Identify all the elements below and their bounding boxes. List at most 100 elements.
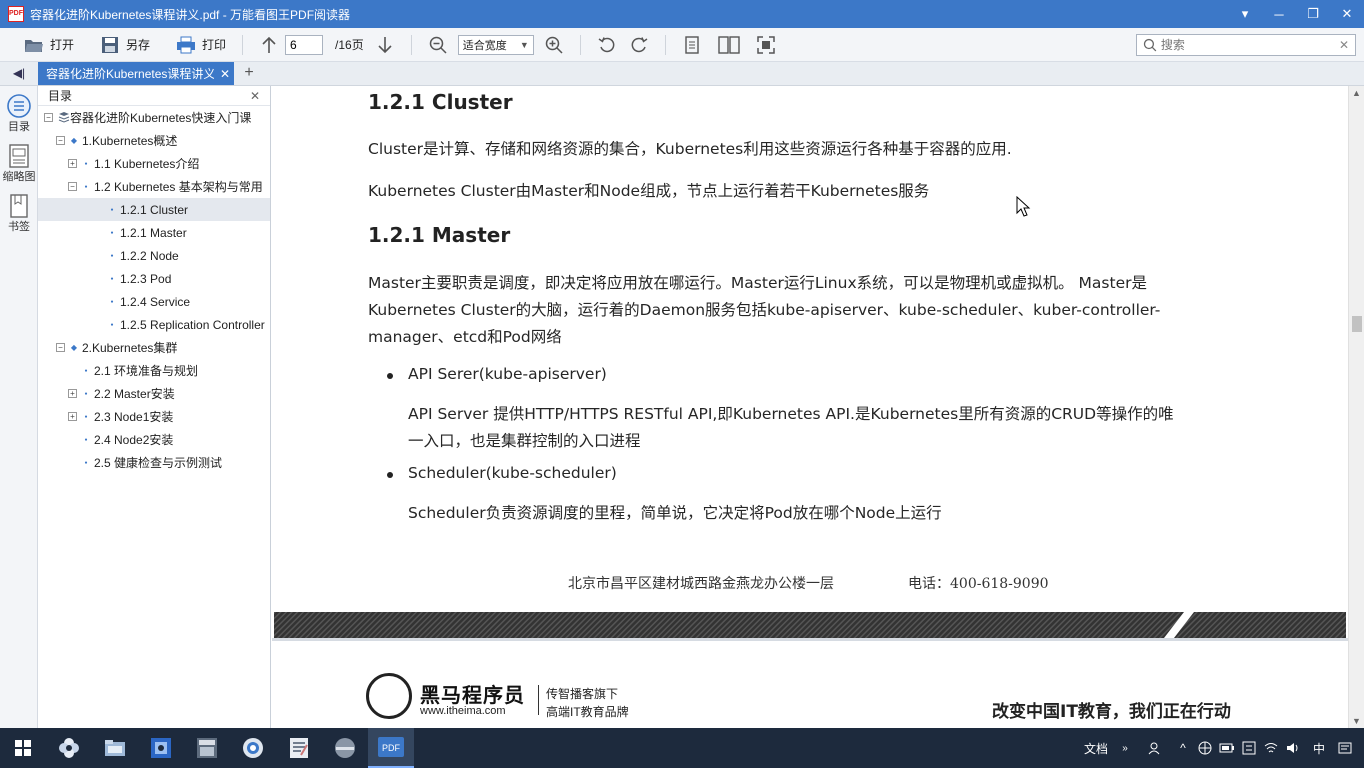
left-icon-strip: 目录 缩略图 书签 — [0, 86, 38, 728]
cluster-paragraph-2: Kubernetes Cluster由Master和Node组成，节点上运行着若… — [368, 182, 930, 200]
toc-item[interactable]: ● 1.2.3 Pod — [38, 267, 270, 290]
mouse-cursor-icon — [1016, 196, 1031, 217]
document-tab[interactable]: 容器化进阶Kubernetes课程讲义 ✕ — [38, 62, 234, 85]
toc-item-label: 1.2.3 Pod — [120, 271, 172, 286]
saveas-button[interactable]: 另存 — [94, 32, 156, 58]
menu-dropdown-icon[interactable]: ▾ — [1228, 0, 1262, 28]
expand-icon[interactable]: + — [68, 159, 77, 168]
zoom-in-button[interactable] — [541, 32, 567, 58]
expand-icon[interactable]: + — [68, 389, 77, 398]
clear-search-icon[interactable]: ✕ — [1339, 38, 1349, 52]
collapse-icon[interactable]: − — [44, 113, 53, 122]
save-icon — [100, 35, 120, 55]
language-indicator[interactable]: 中 — [1308, 737, 1330, 759]
toc-item[interactable]: + ● 2.2 Master安装 — [38, 382, 270, 405]
two-page-button[interactable] — [716, 32, 742, 58]
zoom-mode-select[interactable]: 适合宽度 ▼ — [457, 34, 534, 55]
toc-item[interactable]: ● 1.2.5 Replication Controller — [38, 313, 270, 336]
next-page-button[interactable] — [372, 32, 398, 58]
toc-item-label: 1.1 Kubernetes介绍 — [94, 157, 200, 171]
vertical-scrollbar[interactable]: ▲ ▼ — [1348, 86, 1364, 728]
browser-icon[interactable] — [230, 728, 276, 768]
toc-item-label: 1.2.5 Replication Controller — [120, 317, 265, 332]
toc-item[interactable]: ● 1.2.4 Service — [38, 290, 270, 313]
chevron-down-icon: ▼ — [519, 39, 529, 50]
heading-master: 1.2.1 Master — [368, 223, 511, 247]
toc-item[interactable]: − ● 1.2 Kubernetes 基本架构与常用 — [38, 175, 270, 198]
dot-bullet-icon: ● — [110, 229, 114, 236]
media-player-icon[interactable] — [322, 728, 368, 768]
toc-item[interactable]: − ◆ 2.Kubernetes集群 — [38, 336, 270, 359]
toolbar-separator — [410, 34, 412, 55]
pdf-page: 1.2.1 Cluster Cluster是计算、存储和网络资源的集合，Kube… — [274, 86, 1346, 614]
rotate-right-icon — [631, 36, 648, 52]
toc-panel: 目录 ✕ − 容器化进阶Kubernetes快速入门课 − ◆ 1.Kubernetes… — [38, 86, 271, 728]
file-explorer-icon[interactable] — [92, 728, 138, 768]
document-viewport[interactable]: 1.2.1 Cluster Cluster是计算、存储和网络资源的集合，Kube… — [272, 86, 1348, 728]
toc-item[interactable]: + ● 1.1 Kubernetes介绍 — [38, 152, 270, 175]
minimize-button[interactable]: ─ — [1262, 0, 1296, 28]
input-method-icon[interactable] — [1238, 737, 1260, 759]
restore-button[interactable]: ❐ — [1296, 0, 1330, 28]
toc-item[interactable]: ● 2.5 健康检查与示例测试 — [38, 451, 270, 474]
user-icon[interactable] — [1144, 737, 1166, 759]
footer-phone: 电话：400-618-9090 — [908, 576, 1049, 592]
bookmarks-panel-button[interactable]: 书签 — [0, 184, 38, 234]
logo-divider — [538, 685, 539, 715]
scroll-down-icon[interactable]: ▼ — [1352, 716, 1361, 726]
close-button[interactable]: ✕ — [1330, 0, 1364, 28]
rotate-right-button[interactable] — [626, 32, 652, 58]
toc-item[interactable]: + ● 2.3 Node1安装 — [38, 405, 270, 428]
toc-item-label: 2.5 健康检查与示例测试 — [94, 456, 223, 470]
print-button[interactable]: 打印 — [170, 32, 232, 58]
page-number-input[interactable] — [285, 34, 324, 55]
toc-item[interactable]: ● 2.4 Node2安装 — [38, 428, 270, 451]
collapse-icon[interactable]: − — [56, 343, 65, 352]
toc-item[interactable]: ● 2.1 环境准备与规划 — [38, 359, 270, 382]
chevrons-icon[interactable]: » — [1114, 737, 1136, 759]
rotate-left-button[interactable] — [594, 32, 620, 58]
search-box[interactable]: ✕ — [1136, 33, 1356, 56]
scroll-thumb[interactable] — [1352, 316, 1362, 332]
zoom-out-button[interactable] — [425, 32, 451, 58]
prev-page-button[interactable] — [256, 32, 282, 58]
toc-item[interactable]: − 容器化进阶Kubernetes快速入门课 — [38, 106, 270, 129]
search-input[interactable] — [1160, 37, 1339, 52]
battery-icon[interactable] — [1216, 737, 1238, 759]
pdf-reader-icon[interactable]: PDF — [368, 728, 414, 768]
tray-docs-label[interactable]: 文档 — [1084, 740, 1108, 757]
chevron-up-icon[interactable]: ^ — [1172, 737, 1194, 759]
toc-item[interactable]: ● 1.2.1 Cluster — [38, 198, 270, 221]
expand-icon[interactable]: + — [68, 412, 77, 421]
toc-item[interactable]: ● 1.2.1 Master — [38, 221, 270, 244]
image-viewer-icon[interactable] — [184, 728, 230, 768]
toc-item[interactable]: − ◆ 1.Kubernetes概述 — [38, 129, 270, 152]
toc-panel-button[interactable]: 目录 — [0, 86, 38, 134]
text-editor-icon[interactable] — [276, 728, 322, 768]
toc-item-label: 1.2.1 Cluster — [120, 202, 189, 217]
new-tab-button[interactable]: + — [234, 61, 264, 85]
thumbnails-panel-button[interactable]: 缩略图 — [0, 134, 38, 184]
screen-recorder-icon[interactable] — [138, 728, 184, 768]
network-icon[interactable] — [1194, 737, 1216, 759]
open-button[interactable]: 打开 — [18, 32, 80, 58]
toc-item[interactable]: ● 1.2.2 Node — [38, 244, 270, 267]
close-toc-icon[interactable]: ✕ — [250, 89, 260, 103]
volume-icon[interactable] — [1282, 737, 1304, 759]
fullscreen-button[interactable] — [753, 32, 779, 58]
notifications-icon[interactable] — [1334, 737, 1356, 759]
single-page-button[interactable] — [679, 32, 705, 58]
wifi-icon[interactable] — [1260, 737, 1282, 759]
pinwheel-icon[interactable] — [46, 728, 92, 768]
start-icon[interactable] — [0, 728, 46, 768]
system-tray: 文档 » ^ 中 — [1084, 737, 1364, 759]
toolbar: 打开 另存 打印 /16页 适合宽度 ▼ — [0, 28, 1364, 62]
scroll-up-icon[interactable]: ▲ — [1352, 88, 1361, 98]
collapse-sidebar-button[interactable]: ◀| — [0, 61, 38, 85]
list-icon — [7, 94, 31, 118]
toc-item-label: 1.2 Kubernetes 基本架构与常用 — [94, 180, 263, 194]
close-tab-icon[interactable]: ✕ — [220, 67, 230, 81]
collapse-icon[interactable]: − — [68, 182, 77, 191]
heima-logo-icon — [366, 673, 412, 719]
collapse-icon[interactable]: − — [56, 136, 65, 145]
